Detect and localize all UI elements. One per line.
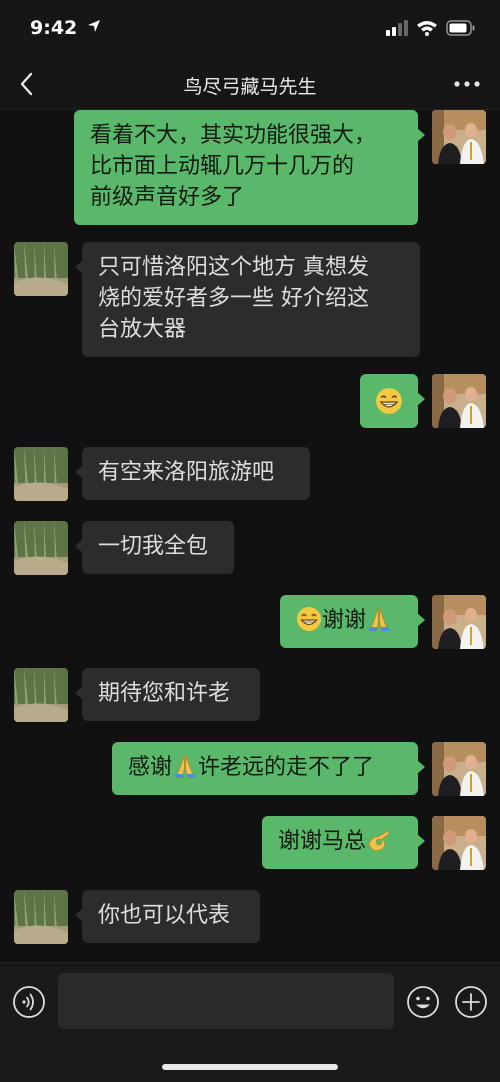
message-text-line: 期待您和许老: [98, 681, 231, 706]
page-title: 鸟尽弓藏马先生: [183, 76, 317, 98]
message-bubble-self[interactable]: 谢谢马总: [262, 816, 425, 869]
voice-input-icon[interactable]: [12, 985, 46, 1019]
message-bubble-self[interactable]: 感谢 许老远的走不了了: [112, 742, 425, 795]
message-text-line: 比市面上动辄几万十几万的: [90, 154, 355, 179]
avatar-self[interactable]: [432, 595, 486, 649]
message-bubble-contact[interactable]: 期待您和许老: [75, 668, 260, 721]
message-text-line: 一切我全包: [98, 534, 209, 559]
message-text-line: 有空来洛阳旅游吧: [98, 460, 275, 485]
avatar-contact[interactable]: [14, 890, 68, 944]
avatar-self[interactable]: [432, 742, 486, 796]
message-text: 谢谢: [322, 608, 367, 633]
battery-icon: [446, 20, 475, 36]
wifi-icon: [417, 21, 437, 36]
cellular-signal-icon: [386, 20, 408, 36]
message-text: 许老远的走不了了: [198, 755, 375, 780]
pray-emoji-icon: [172, 753, 198, 779]
message-bubble-contact[interactable]: 只可惜洛阳这个地方 真想发 烧的爱好者多一些 好介绍这 台放大器: [75, 242, 420, 357]
message-bubble-self[interactable]: 看着不大，其实功能很强大， 比市面上动辄几万十几万的 前级声音好多了: [74, 110, 425, 225]
message-bubble-contact[interactable]: 你也可以代表: [75, 890, 260, 943]
message-text-line: 烧的爱好者多一些 好介绍这: [98, 286, 369, 311]
location-arrow-icon: [87, 20, 100, 32]
avatar-contact[interactable]: [14, 521, 68, 575]
message-list[interactable]: 看着不大，其实功能很强大， 比市面上动辄几万十几万的 前级声音好多了 只可惜洛阳…: [0, 110, 500, 962]
avatar-self[interactable]: [432, 816, 486, 870]
chat-header: 鸟尽弓藏马先生: [0, 58, 500, 110]
message-text: 感谢: [128, 755, 173, 780]
message-text-line: 看着不大，其实功能很强大，: [90, 123, 377, 148]
message-input[interactable]: [58, 973, 394, 1029]
status-bar: 9:42: [0, 0, 500, 58]
emoji-picker-icon[interactable]: [406, 985, 440, 1019]
home-indicator[interactable]: [162, 1064, 338, 1070]
avatar-contact[interactable]: [14, 447, 68, 501]
grin-emoji-icon: [296, 606, 322, 632]
message-bubble-self[interactable]: 谢谢: [280, 595, 425, 648]
message-bubble-contact[interactable]: 一切我全包: [75, 521, 234, 574]
avatar-self[interactable]: [432, 110, 486, 164]
message-text-line: 只可惜洛阳这个地方 真想发: [98, 255, 369, 280]
message-bubble-self[interactable]: [360, 374, 425, 428]
pray-emoji-icon: [366, 606, 392, 632]
ok-hand-emoji-icon: [366, 827, 392, 853]
grin-emoji-icon: [375, 387, 403, 415]
message-text-line: 你也可以代表: [98, 903, 231, 928]
avatar-self[interactable]: [432, 374, 486, 428]
avatar-contact[interactable]: [14, 668, 68, 722]
status-time: 9:42: [30, 17, 101, 39]
more-options-icon[interactable]: [452, 72, 482, 96]
message-bubble-contact[interactable]: 有空来洛阳旅游吧: [75, 447, 310, 500]
add-attachment-icon[interactable]: [454, 985, 488, 1019]
message-text-line: 台放大器: [98, 317, 187, 342]
avatar-contact[interactable]: [14, 242, 68, 296]
message-text: 谢谢马总: [278, 829, 367, 854]
message-text-line: 前级声音好多了: [90, 185, 245, 210]
